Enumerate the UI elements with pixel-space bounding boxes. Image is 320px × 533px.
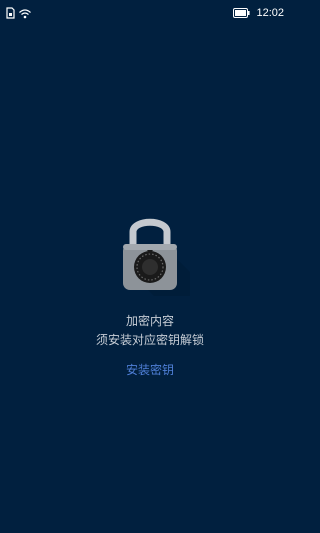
sim-card-icon — [6, 4, 15, 23]
status-bar: 12:02 — [0, 0, 300, 24]
padlock-icon — [110, 212, 190, 296]
install-key-button[interactable]: 安装密钥 — [110, 361, 190, 379]
wifi-icon — [19, 4, 31, 23]
status-bar-right: 12:02 — [233, 3, 284, 22]
status-bar-left — [6, 4, 31, 23]
battery-icon — [233, 3, 251, 22]
encrypted-content-title: 加密内容 — [125, 314, 174, 328]
status-time: 12:02 — [256, 6, 284, 19]
unlock-instruction-text: 须安装对应密钥解锁 — [95, 333, 204, 347]
